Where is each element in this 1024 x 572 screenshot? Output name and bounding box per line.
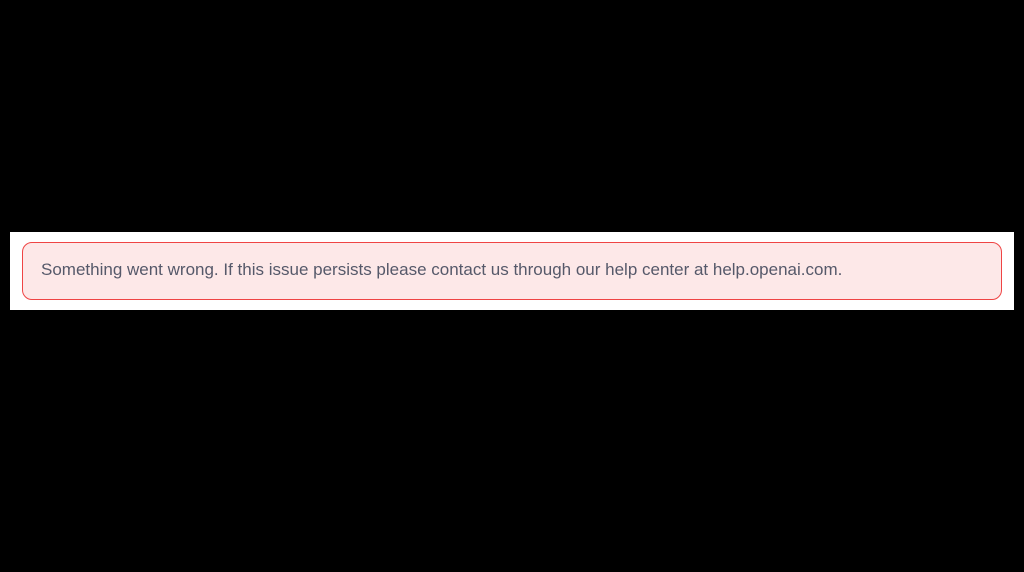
error-message: Something went wrong. If this issue pers…	[41, 257, 983, 283]
error-container: Something went wrong. If this issue pers…	[10, 232, 1014, 310]
error-banner: Something went wrong. If this issue pers…	[22, 242, 1002, 300]
